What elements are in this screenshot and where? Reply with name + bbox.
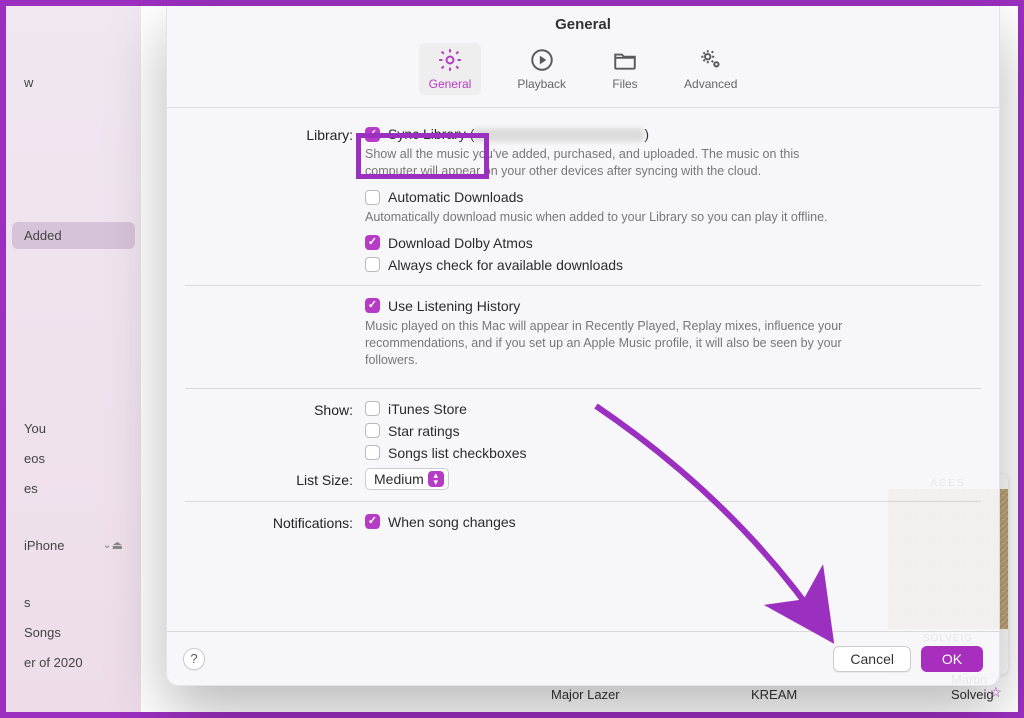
- list-size-select[interactable]: Medium: [365, 468, 449, 490]
- tab-label: Files: [612, 77, 637, 91]
- checkbox-label: When song changes: [388, 514, 516, 530]
- sidebar-item[interactable]: Songs: [12, 619, 135, 646]
- divider: [185, 285, 981, 286]
- sidebar-item[interactable]: eos: [12, 445, 135, 472]
- dialog-content: Library: Sync Library () Show all the mu…: [167, 108, 999, 534]
- checkbox-box: [365, 127, 380, 142]
- chevron-down-icon[interactable]: ⌄: [102, 538, 111, 551]
- show-star-ratings-checkbox[interactable]: Star ratings: [365, 422, 981, 440]
- tab-general[interactable]: General: [419, 43, 482, 95]
- sync-library-checkbox[interactable]: Sync Library (): [365, 125, 981, 143]
- sidebar-item-label: iPhone: [24, 538, 64, 553]
- sync-library-description: Show all the music you've added, purchas…: [365, 143, 845, 188]
- sidebar-item[interactable]: s: [12, 589, 135, 616]
- background-sidebar: w Added You eos es iPhone ⏏ ⌄ s Songs er…: [6, 6, 141, 712]
- checkbox-box: [365, 401, 380, 416]
- sidebar-item-iphone[interactable]: iPhone ⏏ ⌄: [12, 532, 135, 559]
- sidebar-item[interactable]: es: [12, 475, 135, 502]
- checkbox-label: Sync Library (): [388, 126, 649, 142]
- list-size-value: Medium: [374, 471, 424, 487]
- show-itunes-store-checkbox[interactable]: iTunes Store: [365, 400, 981, 418]
- section-label-notifications: Notifications:: [185, 513, 365, 531]
- divider: [185, 388, 981, 389]
- checkbox-box: [365, 423, 380, 438]
- section-label-listsize: List Size:: [185, 470, 365, 488]
- ok-button[interactable]: OK: [921, 646, 983, 672]
- sidebar-item[interactable]: You: [12, 415, 135, 442]
- show-songs-list-checkboxes-checkbox[interactable]: Songs list checkboxes: [365, 444, 981, 462]
- sidebar-item[interactable]: w: [12, 69, 135, 96]
- folder-icon: [612, 47, 638, 73]
- dialog-footer: ? Cancel OK: [167, 631, 999, 685]
- divider: [185, 501, 981, 502]
- tab-label: Advanced: [684, 77, 737, 91]
- checkbox-label: iTunes Store: [388, 401, 467, 417]
- automatic-downloads-description: Automatically download music when added …: [365, 206, 845, 234]
- preferences-dialog: General General Playback Files Advanced …: [166, 6, 1000, 686]
- checkbox-label: Use Listening History: [388, 298, 520, 314]
- sidebar-item[interactable]: er of 2020: [12, 649, 135, 676]
- stepper-arrows-icon: [428, 471, 444, 487]
- checkbox-box: [365, 298, 380, 313]
- download-dolby-atmos-checkbox[interactable]: Download Dolby Atmos: [365, 234, 981, 252]
- when-song-changes-checkbox[interactable]: When song changes: [365, 513, 981, 531]
- checkbox-box: [365, 514, 380, 529]
- checkbox-box: [365, 445, 380, 460]
- checkbox-label: Always check for available downloads: [388, 257, 623, 273]
- use-listening-history-checkbox[interactable]: Use Listening History: [365, 297, 981, 315]
- tab-advanced[interactable]: Advanced: [674, 43, 747, 95]
- checkbox-label: Songs list checkboxes: [388, 445, 527, 461]
- section-label-library: Library:: [185, 125, 365, 143]
- checkbox-box: [365, 235, 380, 250]
- eject-icon[interactable]: ⏏: [112, 538, 123, 552]
- preferences-toolbar: General Playback Files Advanced: [167, 39, 999, 108]
- redacted-account: [474, 128, 644, 142]
- checkbox-label: Automatic Downloads: [388, 189, 523, 205]
- tab-label: General: [429, 77, 472, 91]
- tab-files[interactable]: Files: [602, 43, 648, 95]
- artist-name[interactable]: KREAM: [751, 687, 797, 702]
- listening-history-description: Music played on this Mac will appear in …: [365, 315, 845, 377]
- gears-icon: [698, 47, 724, 73]
- tab-label: Playback: [517, 77, 566, 91]
- help-button[interactable]: ?: [183, 648, 205, 670]
- cancel-button[interactable]: Cancel: [833, 646, 911, 672]
- play-icon: [529, 47, 555, 73]
- section-label-show: Show:: [185, 400, 365, 418]
- artist-name[interactable]: Major Lazer: [551, 687, 620, 702]
- automatic-downloads-checkbox[interactable]: Automatic Downloads: [365, 188, 981, 206]
- checkbox-label: Download Dolby Atmos: [388, 235, 533, 251]
- gear-icon: [437, 47, 463, 73]
- checkbox-label: Star ratings: [388, 423, 460, 439]
- sidebar-item-added[interactable]: Added: [12, 222, 135, 249]
- dialog-title: General: [167, 6, 999, 39]
- always-check-downloads-checkbox[interactable]: Always check for available downloads: [365, 256, 981, 274]
- checkbox-box: [365, 190, 380, 205]
- tab-playback[interactable]: Playback: [507, 43, 576, 95]
- checkbox-box: [365, 257, 380, 272]
